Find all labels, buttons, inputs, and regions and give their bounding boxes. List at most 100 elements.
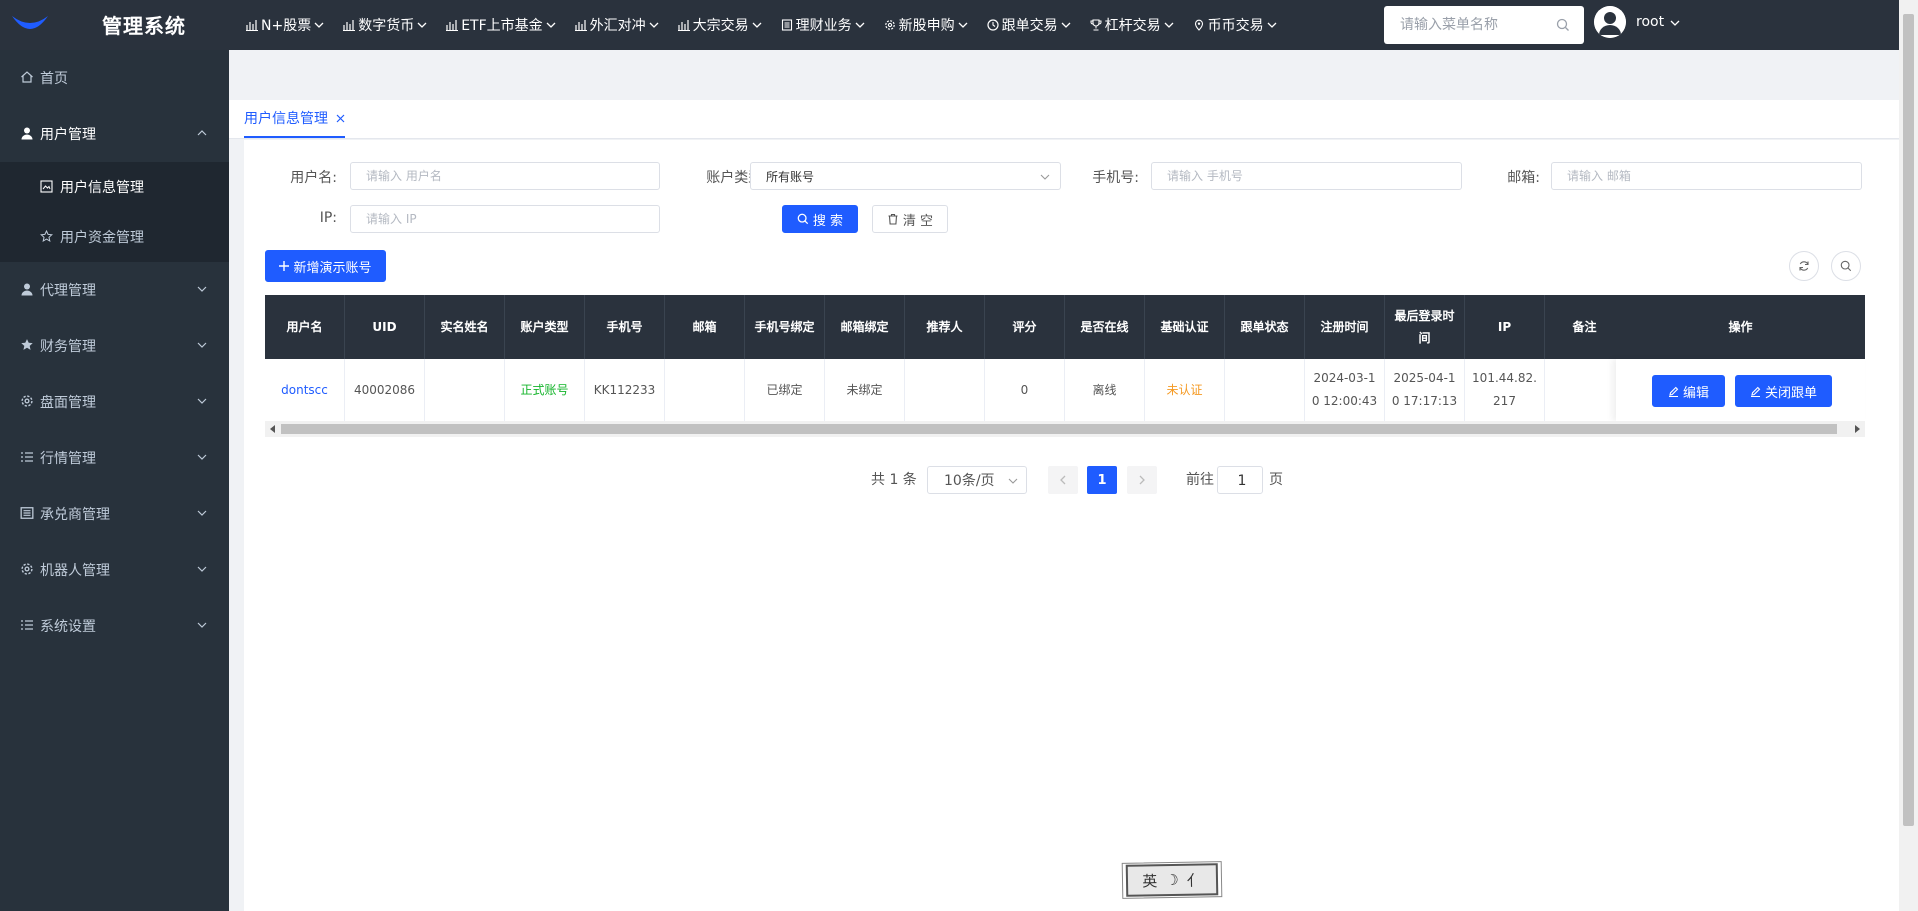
gear-icon: [884, 20, 895, 30]
topnav-item-spot[interactable]: 币币交易: [1193, 15, 1277, 35]
menu-search-input[interactable]: [1384, 6, 1552, 44]
chevron-down-icon[interactable]: [1670, 18, 1680, 28]
scrollbar-thumb[interactable]: [1903, 14, 1914, 826]
document-icon: [781, 19, 792, 31]
column-header: 操作: [1616, 295, 1865, 359]
goto-page-field: [1217, 466, 1266, 495]
chevron-down-icon: [417, 22, 427, 28]
cell-referrer: [905, 359, 985, 421]
topnav-label: 外汇对冲: [589, 18, 646, 34]
sidebar-item-disk[interactable]: 盘面管理: [0, 374, 229, 430]
sidebar-item-home[interactable]: 首页: [0, 50, 229, 106]
prev-page-button[interactable]: [1048, 466, 1078, 494]
edit-icon: [1750, 386, 1761, 397]
topnav-item-crypto[interactable]: 数字货币: [343, 15, 427, 35]
edit-button-label: 编辑: [1682, 385, 1709, 401]
cell-phone: KK112233: [585, 359, 665, 421]
sidebar-item-label: 用户信息管理: [60, 180, 144, 196]
menu-search: [1384, 6, 1584, 44]
sidebar-item-robot[interactable]: 机器人管理: [0, 542, 229, 598]
column-header: 是否在线: [1065, 295, 1145, 359]
username-input[interactable]: [351, 163, 659, 189]
close-follow-button-label: 关闭跟单: [1764, 385, 1817, 401]
main-content: 用户名: 账户类型: 所有账号 手机号: 邮箱: IP: 搜 索 清 空 新增演…: [244, 140, 1899, 911]
user-icon: [21, 127, 33, 140]
refresh-button[interactable]: [1789, 251, 1819, 281]
topnav-label: 新股申购: [898, 18, 955, 34]
topnav-item-leverage[interactable]: 杠杆交易: [1090, 15, 1174, 35]
chevron-down-icon: [197, 286, 207, 292]
topnav-item-wealth[interactable]: 理财业务: [781, 15, 865, 35]
email-input[interactable]: [1552, 163, 1861, 189]
add-demo-account-button[interactable]: 新增演示账号: [265, 250, 386, 282]
chevron-down-icon: [197, 622, 207, 628]
page-size-select[interactable]: 10条/页: [927, 466, 1027, 494]
search-button[interactable]: 搜 索: [782, 205, 858, 233]
cell-username[interactable]: dontscc: [265, 359, 345, 421]
account-type-select[interactable]: 所有账号: [750, 162, 1061, 190]
sidebar-item-user-mgmt[interactable]: 用户管理: [0, 106, 229, 162]
sidebar-item-label: 首页: [40, 71, 68, 87]
search-icon: [797, 213, 809, 225]
sidebar-item-settings[interactable]: 系统设置: [0, 598, 229, 654]
scroll-left-icon[interactable]: [265, 421, 281, 437]
bar-chart-icon: [246, 20, 258, 31]
sidebar-item-acceptor[interactable]: 承兑商管理: [0, 486, 229, 542]
topnav-item-copytrade[interactable]: 跟单交易: [987, 15, 1071, 35]
scroll-right-icon[interactable]: [1849, 421, 1865, 437]
sidebar-item-user-funds[interactable]: 用户资金管理: [0, 212, 229, 262]
user-name[interactable]: root: [1636, 14, 1664, 30]
scrollbar-thumb[interactable]: [281, 424, 1837, 434]
topnav-item-etf[interactable]: ETF上市基金: [446, 15, 556, 35]
topnav-item-forex[interactable]: 外汇对冲: [574, 15, 659, 35]
topnav-item-bulk[interactable]: 大宗交易: [677, 15, 762, 35]
app-title: 管理系统: [102, 14, 186, 38]
logo-icon: [12, 16, 48, 29]
chevron-down-icon: [197, 454, 207, 460]
next-page-button[interactable]: [1127, 466, 1157, 494]
tab-label: 用户信息管理: [244, 111, 328, 127]
toggle-search-button[interactable]: [1831, 251, 1861, 281]
close-icon[interactable]: [336, 114, 345, 123]
phone-input[interactable]: [1152, 163, 1461, 189]
column-header: 用户名: [265, 295, 345, 359]
sidebar-item-label: 用户资金管理: [60, 230, 144, 246]
sidebar-item-user-info[interactable]: 用户信息管理: [0, 162, 229, 212]
horizontal-scrollbar[interactable]: [265, 421, 1865, 437]
ip-input[interactable]: [351, 206, 659, 232]
cell-uid: 40002086: [345, 359, 425, 421]
phone-label: 手机号:: [1092, 170, 1139, 186]
sidebar-item-agent[interactable]: 代理管理: [0, 262, 229, 318]
ip-label: IP:: [319, 210, 337, 226]
sidebar-item-market[interactable]: 行情管理: [0, 430, 229, 486]
edit-button[interactable]: 编辑: [1652, 375, 1725, 407]
tab-user-info[interactable]: 用户信息管理: [244, 100, 345, 138]
goto-page-input[interactable]: [1218, 467, 1266, 495]
close-follow-button[interactable]: 关闭跟单: [1735, 375, 1832, 407]
sidebar-item-finance[interactable]: 财务管理: [0, 318, 229, 374]
chevron-down-icon: [649, 22, 659, 28]
gear-icon: [21, 395, 33, 407]
topnav-item-stocks[interactable]: N+股票: [246, 15, 324, 35]
page-number-current[interactable]: 1: [1087, 466, 1117, 494]
document-icon: [20, 507, 34, 519]
cell-online: 离线: [1065, 359, 1145, 421]
chevron-down-icon: [855, 22, 865, 28]
column-header: 实名姓名: [425, 295, 505, 359]
search-icon: [1840, 260, 1852, 272]
column-header: 评分: [985, 295, 1065, 359]
column-header: 邮箱绑定: [825, 295, 905, 359]
search-icon[interactable]: [1556, 18, 1570, 32]
topnav-label: ETF上市基金: [461, 18, 543, 34]
chevron-down-icon: [314, 22, 324, 28]
pagination-total: 共 1 条: [871, 472, 917, 488]
user-icon: [21, 283, 33, 296]
chevron-down-icon: [958, 22, 968, 28]
clear-button[interactable]: 清 空: [872, 205, 948, 233]
avatar[interactable]: [1594, 6, 1626, 38]
bar-chart-icon: [574, 20, 587, 31]
account-type-value: 所有账号: [766, 169, 815, 184]
topnav-item-ipo[interactable]: 新股申购: [884, 15, 968, 35]
column-header: 手机号: [585, 295, 665, 359]
vertical-scrollbar[interactable]: [1899, 0, 1918, 911]
